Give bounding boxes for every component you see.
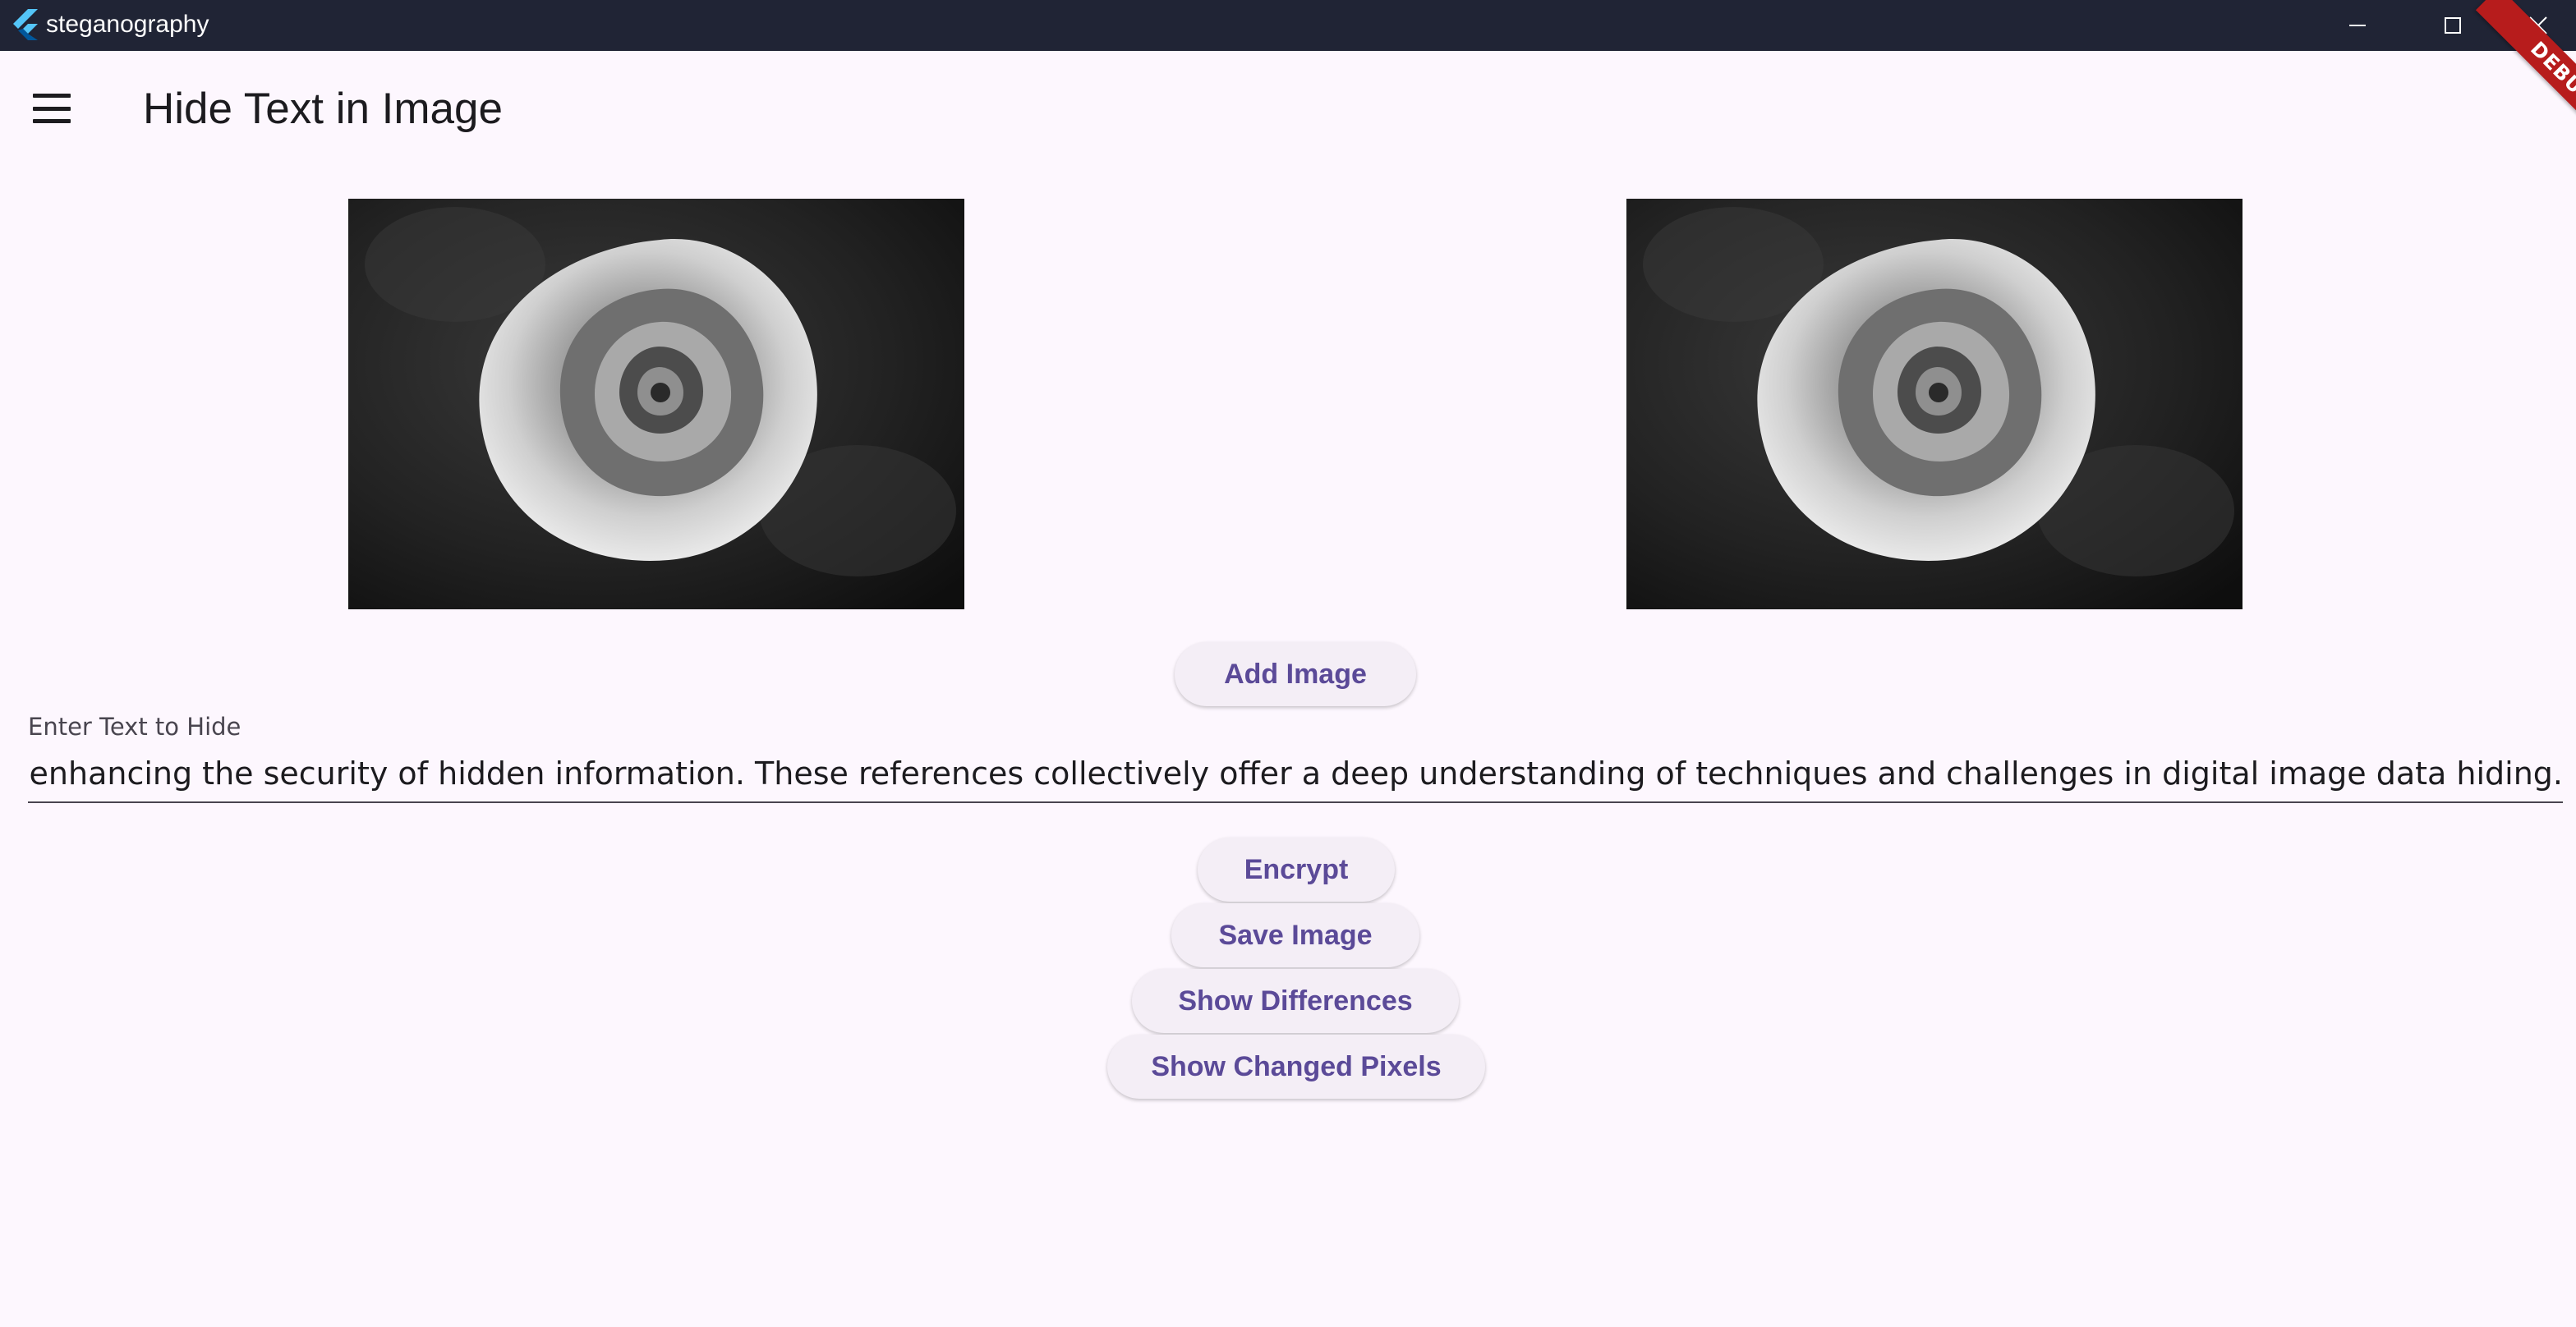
encrypt-button[interactable]: Encrypt (1198, 838, 1395, 902)
rose-image (1626, 199, 2242, 609)
show-differences-button[interactable]: Show Differences (1132, 969, 1459, 1033)
minimize-icon (2349, 25, 2366, 26)
menu-button[interactable] (25, 87, 79, 130)
flutter-logo-icon (13, 9, 38, 40)
text-field-label: Enter Text to Hide (28, 713, 242, 741)
menu-icon (33, 94, 71, 98)
hidden-text-value: es, enhancing the security of hidden inf… (28, 755, 2563, 792)
original-image (348, 199, 964, 609)
rose-image (348, 199, 964, 609)
text-field-underline (28, 801, 2563, 803)
maximize-icon (2445, 17, 2461, 34)
minimize-button[interactable] (2310, 0, 2405, 51)
show-changed-pixels-button[interactable]: Show Changed Pixels (1107, 1035, 1485, 1099)
add-image-button[interactable]: Add Image (1175, 642, 1416, 706)
window-titlebar: steganography (0, 0, 2576, 51)
hidden-text-input[interactable]: es, enhancing the security of hidden inf… (28, 746, 2563, 801)
app-title: steganography (46, 11, 209, 38)
encoded-image (1626, 199, 2242, 609)
save-image-button[interactable]: Save Image (1171, 903, 1419, 967)
page-title: Hide Text in Image (143, 85, 503, 133)
